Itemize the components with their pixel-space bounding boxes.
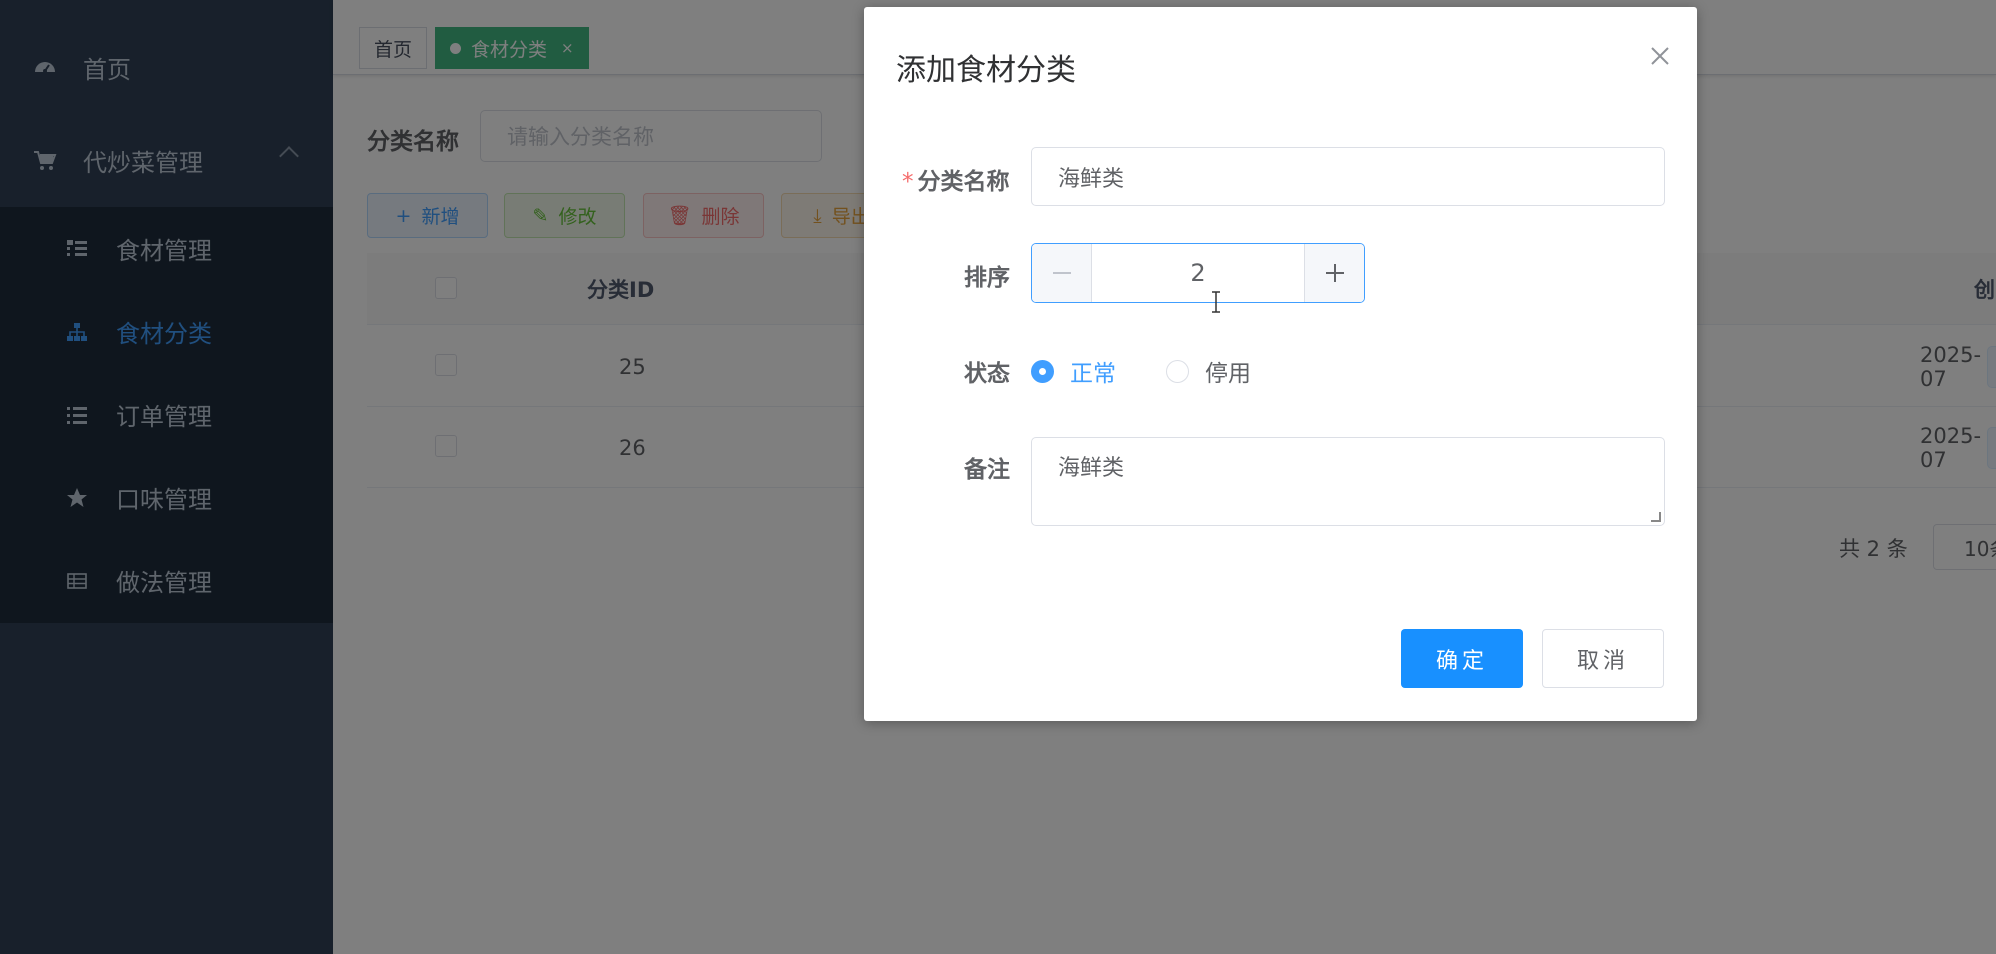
radio-unchecked-icon <box>1166 359 1189 383</box>
resize-handle-icon[interactable] <box>1651 512 1661 522</box>
radio-checked-icon <box>1031 359 1054 383</box>
category-name-label: * 分类名称 <box>902 162 1010 196</box>
sort-value[interactable]: 2 <box>1092 244 1304 302</box>
radio-label: 正常 <box>1070 361 1116 387</box>
increment-button[interactable] <box>1304 244 1364 302</box>
sort-stepper[interactable]: 2 <box>1031 243 1365 303</box>
required-mark: * <box>902 169 914 195</box>
remark-value: 海鲜类 <box>1058 456 1125 481</box>
status-radio-disabled[interactable]: 停用 <box>1166 354 1251 388</box>
status-radio-normal[interactable]: 正常 <box>1031 354 1116 388</box>
radio-label: 停用 <box>1205 361 1251 387</box>
close-icon[interactable] <box>1647 43 1673 69</box>
status-label: 状态 <box>964 361 1010 387</box>
category-name-input[interactable]: 海鲜类 <box>1031 147 1665 206</box>
add-category-dialog: 添加食材分类 * 分类名称 海鲜类 排序 2 状态 正常 停用 备注 海鲜类 确定… <box>864 7 1697 721</box>
category-name-label-text: 分类名称 <box>917 169 1010 195</box>
cancel-button[interactable]: 取消 <box>1542 629 1664 688</box>
sort-label: 排序 <box>964 265 1010 291</box>
text-cursor-icon <box>1210 291 1222 319</box>
decrement-button[interactable] <box>1032 244 1092 302</box>
category-name-value: 海鲜类 <box>1058 166 1125 192</box>
dialog-title: 添加食材分类 <box>896 53 1076 88</box>
remark-label: 备注 <box>964 457 1010 483</box>
remark-textarea[interactable]: 海鲜类 <box>1031 437 1665 526</box>
confirm-button[interactable]: 确定 <box>1401 629 1523 688</box>
